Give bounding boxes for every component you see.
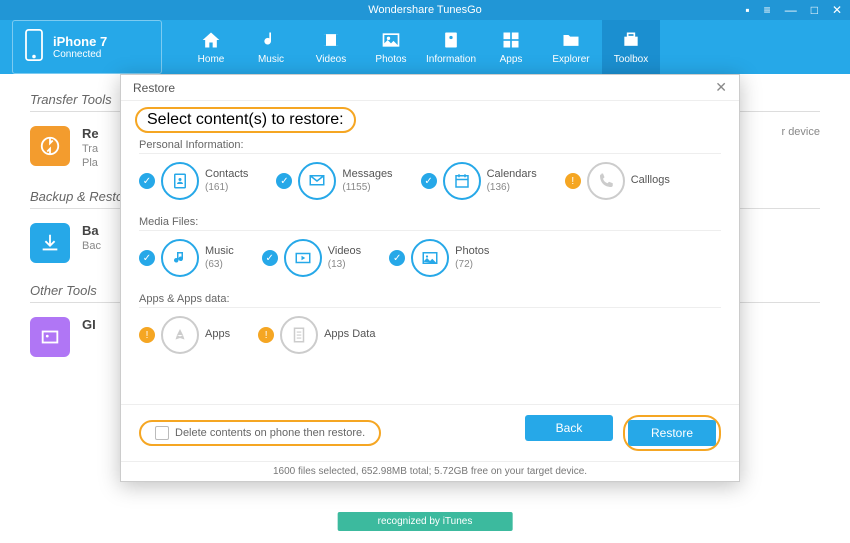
top-tabs: Home Music Videos Photos Information App…: [182, 20, 660, 74]
delete-option[interactable]: Delete contents on phone then restore.: [139, 420, 381, 446]
calendars-icon: [443, 162, 481, 200]
back-button[interactable]: Back: [525, 415, 613, 441]
item-calendars[interactable]: ✓ Calendars(136): [421, 162, 537, 200]
contacts-icon: [161, 162, 199, 200]
tab-photos[interactable]: Photos: [362, 20, 420, 74]
item-apps[interactable]: ! Apps: [139, 316, 230, 354]
tab-toolbox[interactable]: Toolbox: [602, 20, 660, 74]
check-icon[interactable]: ✓: [262, 250, 278, 266]
tab-information[interactable]: Information: [422, 20, 480, 74]
modal-footer: Delete contents on phone then restore. B…: [121, 404, 739, 461]
restore-button[interactable]: Restore: [628, 420, 716, 446]
warn-icon[interactable]: !: [565, 173, 581, 189]
music-icon: [161, 239, 199, 277]
backup-icon: [30, 223, 70, 263]
messages-icon: [298, 162, 336, 200]
menu-icon[interactable]: ≡: [764, 3, 771, 17]
device-selector[interactable]: iPhone 7 Connected: [12, 20, 162, 74]
item-appsdata[interactable]: ! Apps Data: [258, 316, 375, 354]
tab-music[interactable]: Music: [242, 20, 300, 74]
check-icon[interactable]: ✓: [389, 250, 405, 266]
group-apps-label: Apps & Apps data:: [139, 293, 721, 308]
modal-close-icon[interactable]: ✕: [715, 79, 727, 96]
item-photos[interactable]: ✓ Photos(72): [389, 239, 489, 277]
group-media: ✓ Music(63) ✓ Videos(13) ✓ Photos(72): [139, 239, 721, 287]
warn-icon[interactable]: !: [258, 327, 274, 343]
modal-title-text: Restore: [133, 81, 175, 95]
close-icon[interactable]: ✕: [832, 3, 842, 17]
header: iPhone 7 Connected Home Music Videos Pho…: [0, 20, 850, 74]
group-personal: ✓ Contacts(161) ✓ Messages(1155) ✓ Calen…: [139, 162, 721, 210]
app-title: Wondershare TunesGo: [368, 4, 482, 16]
check-icon[interactable]: ✓: [276, 173, 292, 189]
device-name: iPhone 7: [53, 34, 107, 49]
modal-subtitle: Select content(s) to restore:: [135, 107, 356, 133]
item-videos[interactable]: ✓ Videos(13): [262, 239, 361, 277]
phone-icon: [23, 29, 45, 66]
appsdata-icon: [280, 316, 318, 354]
item-music[interactable]: ✓ Music(63): [139, 239, 234, 277]
user-icon[interactable]: ▪: [745, 3, 749, 17]
rebuild-icon: [30, 126, 70, 166]
group-apps: ! Apps ! Apps Data: [139, 316, 721, 364]
group-personal-label: Personal Information:: [139, 139, 721, 154]
check-icon[interactable]: ✓: [139, 250, 155, 266]
item-messages[interactable]: ✓ Messages(1155): [276, 162, 392, 200]
titlebar: Wondershare TunesGo ▪ ≡ — □ ✕: [0, 0, 850, 20]
gif-icon: [30, 317, 70, 357]
minimize-icon[interactable]: —: [785, 3, 797, 17]
restore-modal: Restore ✕ Select content(s) to restore: …: [120, 74, 740, 482]
videos-icon: [284, 239, 322, 277]
apps-icon: [161, 316, 199, 354]
modal-titlebar: Restore ✕: [121, 75, 739, 101]
itunes-status: recognized by iTunes: [338, 512, 513, 531]
app-window: Wondershare TunesGo ▪ ≡ — □ ✕ iPhone 7 C…: [0, 0, 850, 543]
item-contacts[interactable]: ✓ Contacts(161): [139, 162, 248, 200]
tab-apps[interactable]: Apps: [482, 20, 540, 74]
tab-home[interactable]: Home: [182, 20, 240, 74]
maximize-icon[interactable]: □: [811, 3, 818, 17]
device-status: Connected: [53, 49, 107, 60]
modal-status: 1600 files selected, 652.98MB total; 5.7…: [121, 461, 739, 481]
photos-icon: [411, 239, 449, 277]
window-controls: ▪ ≡ — □ ✕: [745, 3, 842, 17]
item-calllogs[interactable]: ! Calllogs: [565, 162, 670, 200]
check-icon[interactable]: ✓: [139, 173, 155, 189]
tab-explorer[interactable]: Explorer: [542, 20, 600, 74]
tab-videos[interactable]: Videos: [302, 20, 360, 74]
modal-body: Personal Information: ✓ Contacts(161) ✓ …: [121, 133, 739, 404]
delete-checkbox[interactable]: [155, 426, 169, 440]
calllogs-icon: [587, 162, 625, 200]
group-media-label: Media Files:: [139, 216, 721, 231]
check-icon[interactable]: ✓: [421, 173, 437, 189]
warn-icon[interactable]: !: [139, 327, 155, 343]
